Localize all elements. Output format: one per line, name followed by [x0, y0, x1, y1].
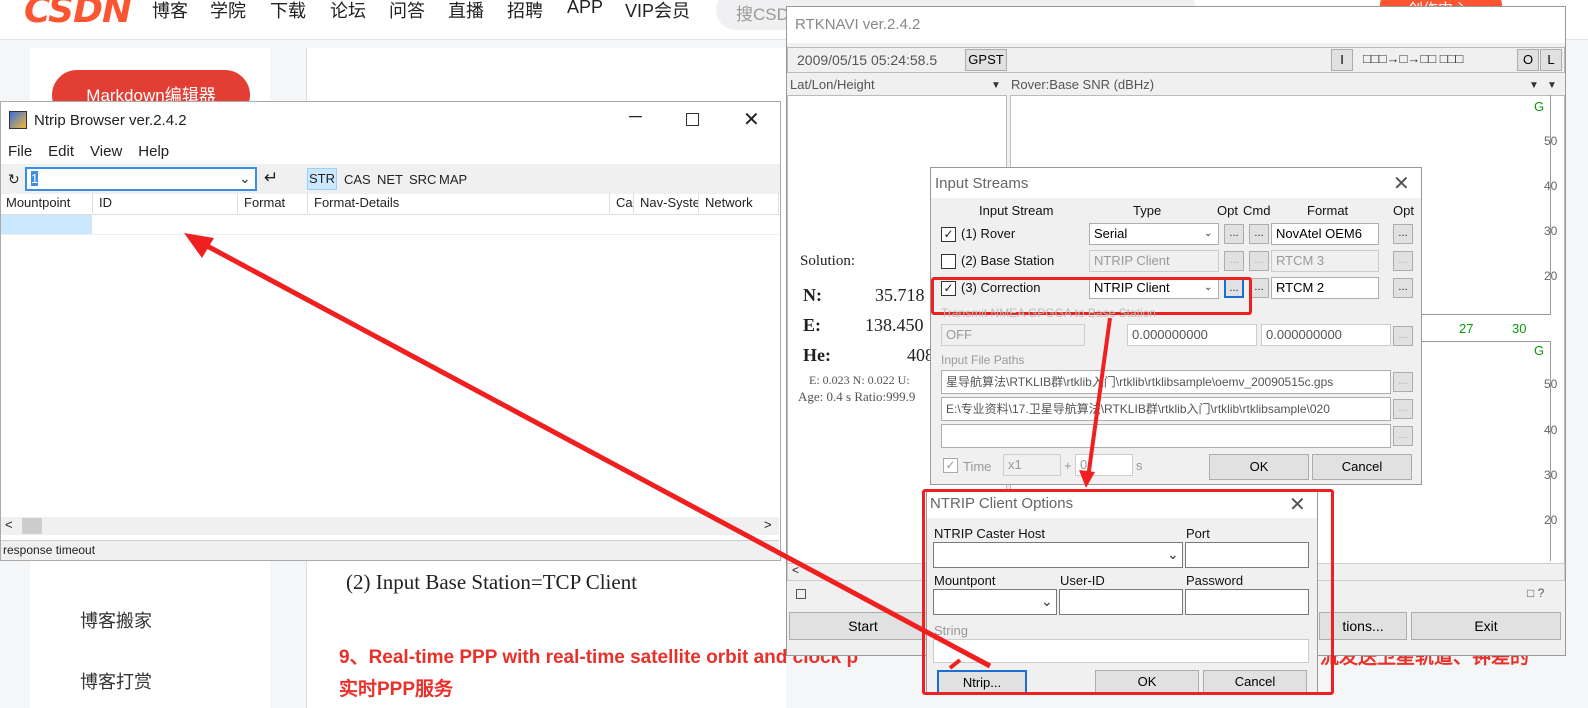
arrow-head — [184, 233, 214, 258]
annotation-arrows — [184, 233, 1112, 670]
arrow-line — [948, 658, 962, 670]
arrow-line — [1086, 317, 1112, 479]
arrow-line — [194, 237, 992, 669]
arrow-head — [1079, 470, 1095, 488]
